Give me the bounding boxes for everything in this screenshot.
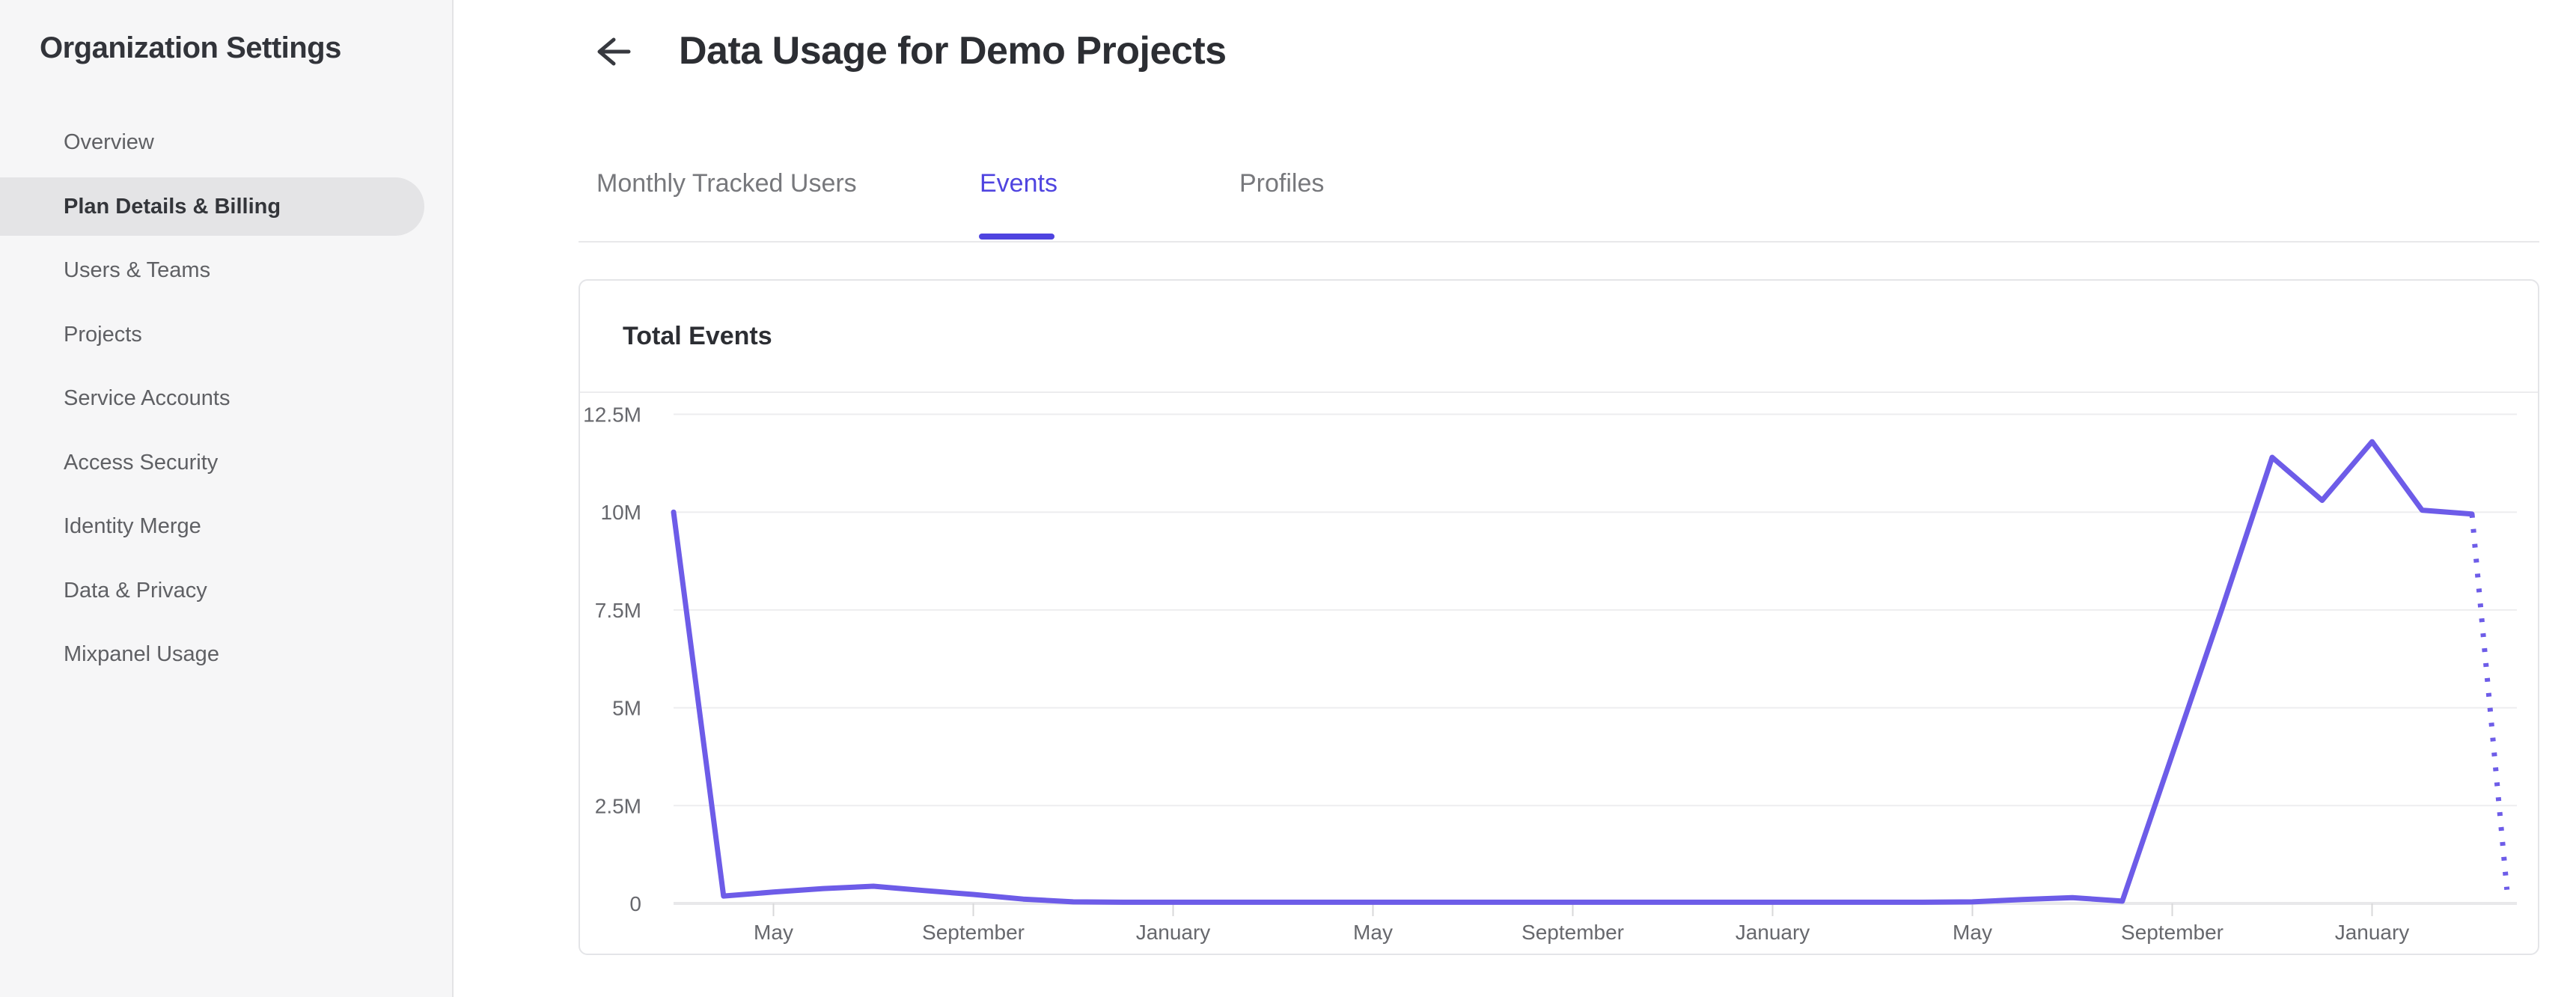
sidebar-item-identity-merge[interactable]: Identity Merge [0,495,454,559]
tabs-divider [579,241,2539,243]
x-axis-label: January [1736,921,1810,944]
sidebar-item-data-privacy[interactable]: Data & Privacy [0,559,454,623]
sidebar-item-plan-details-billing[interactable]: Plan Details & Billing [0,177,424,237]
x-axis-label: May [1953,921,1992,944]
sidebar-item-access-security[interactable]: Access Security [0,431,454,496]
x-axis-label: January [2335,921,2410,944]
y-axis-label: 0 [629,892,641,915]
tab-profiles[interactable]: Profiles [1239,169,1324,198]
events-chart: 0 2.5M 5M 7.5M 10M 12.5M May September January Ma… [583,403,2517,944]
back-button[interactable] [590,33,633,70]
organization-settings-sidebar: Organization Settings Overview Plan Detai… [0,0,454,997]
sidebar-item-users-teams[interactable]: Users & Teams [0,239,454,303]
sidebar-item-overview[interactable]: Overview [0,111,454,175]
active-tab-indicator [979,234,1054,240]
y-axis-label: 2.5M [595,794,641,817]
sidebar-item-projects[interactable]: Projects [0,303,454,368]
y-axis-label: 7.5M [595,599,641,622]
x-axis-label: May [1353,921,1393,944]
projection-dotted-line [2469,513,2510,891]
arrow-left-icon [590,37,633,73]
card-title: Total Events [623,321,772,350]
x-axis-label: September [922,921,1025,944]
x-axis-label: January [1136,921,1211,944]
tab-events[interactable]: Events [980,169,1057,198]
sidebar-title: Organization Settings [40,31,341,64]
tab-monthly-tracked-users[interactable]: Monthly Tracked Users [596,169,857,198]
y-axis-label: 10M [601,501,641,524]
total-events-card: Total Events 0 2.5M 5M 7.5M 10M 12.5M May Septe… [579,279,2539,955]
y-axis-label: 12.5M [583,403,641,427]
page-title: Data Usage for Demo Projects [679,29,1227,73]
sidebar-nav: Overview Plan Details & Billing Users & Te… [0,111,454,687]
x-axis-label: May [754,921,793,944]
total-events-line [671,439,2475,905]
x-axis-label: September [1522,921,1624,944]
sidebar-item-service-accounts[interactable]: Service Accounts [0,367,454,431]
x-axis-label: September [2121,921,2224,944]
card-header: Total Events [580,281,2538,393]
y-axis-label: 5M [612,697,641,720]
sidebar-item-mixpanel-usage[interactable]: Mixpanel Usage [0,623,454,687]
